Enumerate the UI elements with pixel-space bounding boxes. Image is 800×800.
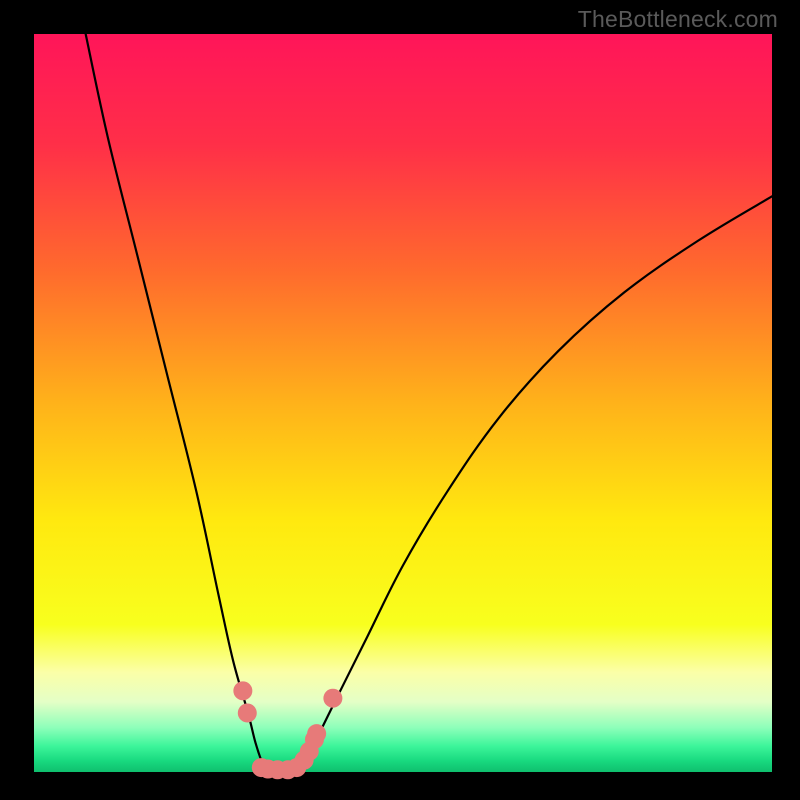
plot-background xyxy=(34,34,772,772)
chart-frame: TheBottleneck.com xyxy=(0,0,800,800)
marker-dot xyxy=(307,724,326,743)
watermark-text: TheBottleneck.com xyxy=(578,6,778,33)
marker-dot xyxy=(323,689,342,708)
marker-dot xyxy=(238,703,257,722)
marker-dot xyxy=(233,681,252,700)
chart-svg xyxy=(0,0,800,800)
